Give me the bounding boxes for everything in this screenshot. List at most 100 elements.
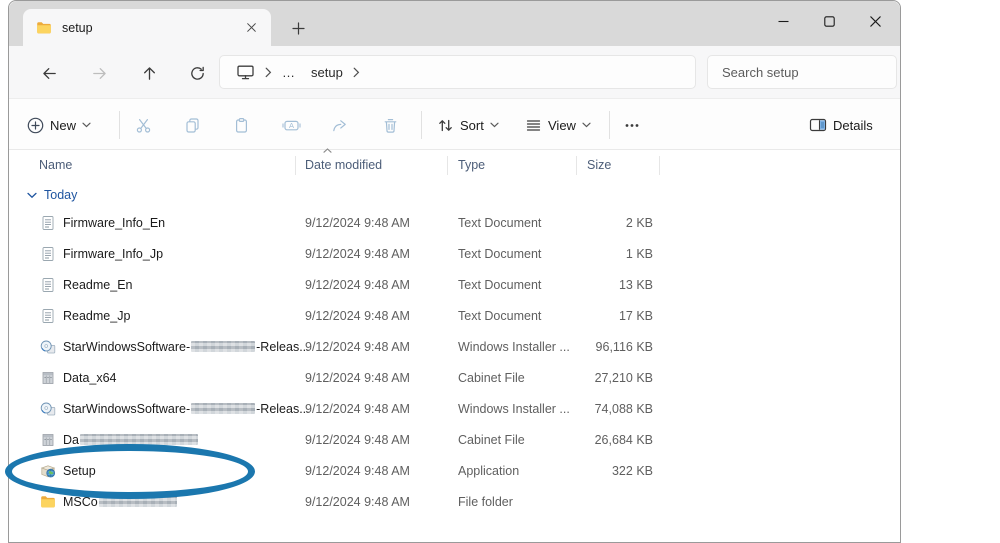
file-row[interactable]: Firmware_Info_Jp9/12/2024 9:48 AMText Do… xyxy=(9,239,900,270)
tab-title: setup xyxy=(62,21,239,35)
details-toggle[interactable]: Details xyxy=(809,109,879,141)
file-name: Firmware_Info_En xyxy=(63,216,165,230)
file-name: Readme_En xyxy=(63,278,133,292)
cut-button[interactable] xyxy=(135,109,152,141)
file-type: File folder xyxy=(458,495,513,509)
close-button[interactable] xyxy=(852,1,898,41)
file-name: Da xyxy=(63,433,199,447)
plus-circle-icon xyxy=(27,117,44,134)
chevron-down-icon xyxy=(582,122,591,128)
chevron-down-icon[interactable] xyxy=(27,192,37,199)
new-button[interactable]: New xyxy=(27,109,91,141)
navigation-bar: … setup xyxy=(9,46,900,98)
explorer-tab-setup[interactable]: setup xyxy=(23,9,271,46)
file-row[interactable]: StarWindowsSoftware--Releas...9/12/2024 … xyxy=(9,332,900,363)
file-row[interactable]: Firmware_Info_En9/12/2024 9:48 AMText Do… xyxy=(9,208,900,239)
column-header-type[interactable]: Type xyxy=(458,150,485,180)
text-document-icon xyxy=(40,246,56,262)
text-document-icon xyxy=(40,308,56,324)
more-icon xyxy=(623,117,641,134)
file-date-modified: 9/12/2024 9:48 AM xyxy=(305,278,410,292)
breadcrumb-setup[interactable]: setup xyxy=(307,65,347,80)
file-size: 1 KB xyxy=(529,247,653,261)
rename-button[interactable]: A xyxy=(282,109,301,141)
file-date-modified: 9/12/2024 9:48 AM xyxy=(305,247,410,261)
file-row[interactable]: Readme_En9/12/2024 9:48 AMText Document1… xyxy=(9,270,900,301)
up-button[interactable] xyxy=(135,59,163,87)
share-button[interactable] xyxy=(331,109,348,141)
file-size: 96,116 KB xyxy=(529,340,653,354)
file-size: 17 KB xyxy=(529,309,653,323)
new-tab-button[interactable] xyxy=(285,15,311,41)
chevron-right-icon xyxy=(353,67,360,78)
file-size: 2 KB xyxy=(529,216,653,230)
breadcrumb-ellipsis[interactable]: … xyxy=(278,65,299,80)
group-row-today[interactable]: Today xyxy=(9,182,77,208)
file-name: Setup xyxy=(63,464,96,478)
search-box[interactable] xyxy=(707,55,897,89)
file-date-modified: 9/12/2024 9:48 AM xyxy=(305,464,410,478)
file-name: StarWindowsSoftware--Releas... xyxy=(63,340,310,354)
column-separator[interactable] xyxy=(295,156,296,175)
file-date-modified: 9/12/2024 9:48 AM xyxy=(305,216,410,230)
forward-button[interactable] xyxy=(85,59,113,87)
column-separator[interactable] xyxy=(576,156,577,175)
column-header-date-modified[interactable]: Date modified xyxy=(305,150,382,180)
minimize-button[interactable] xyxy=(760,1,806,41)
back-button[interactable] xyxy=(35,59,63,87)
refresh-button[interactable] xyxy=(183,59,211,87)
file-explorer-window: setup … setup New xyxy=(8,0,901,543)
sort-button[interactable]: Sort xyxy=(437,109,499,141)
text-document-icon xyxy=(40,215,56,231)
setup-application-icon xyxy=(40,463,56,479)
svg-text:A: A xyxy=(289,121,294,130)
column-separator[interactable] xyxy=(447,156,448,175)
file-row[interactable]: Da9/12/2024 9:48 AMCabinet File26,684 KB xyxy=(9,425,900,456)
redacted-text xyxy=(99,496,177,507)
command-bar: New A Sort View Details xyxy=(9,98,900,150)
new-label: New xyxy=(50,118,76,133)
list-header: Name Date modified Type Size xyxy=(9,150,900,180)
sort-label: Sort xyxy=(460,118,484,133)
cabinet-file-icon xyxy=(40,370,56,386)
details-label: Details xyxy=(833,118,873,133)
toolbar-divider xyxy=(119,111,120,139)
file-type: Application xyxy=(458,464,519,478)
view-icon xyxy=(525,117,542,134)
maximize-button[interactable] xyxy=(806,1,852,41)
folder-icon xyxy=(40,494,56,510)
share-icon xyxy=(331,117,348,134)
file-row[interactable]: Readme_Jp9/12/2024 9:48 AMText Document1… xyxy=(9,301,900,332)
details-panel-icon xyxy=(809,117,827,133)
windows-installer-icon xyxy=(40,401,56,417)
see-more-button[interactable] xyxy=(623,109,641,141)
delete-button[interactable] xyxy=(382,109,399,141)
this-pc-icon[interactable] xyxy=(232,64,259,80)
search-input[interactable] xyxy=(722,65,882,80)
column-header-size[interactable]: Size xyxy=(587,150,611,180)
address-bar[interactable]: … setup xyxy=(219,55,696,89)
file-row[interactable]: MSCo9/12/2024 9:48 AMFile folder xyxy=(9,487,900,518)
paste-button[interactable] xyxy=(233,109,250,141)
file-row[interactable]: StarWindowsSoftware--Releas...9/12/2024 … xyxy=(9,394,900,425)
column-separator[interactable] xyxy=(659,156,660,175)
sort-icon xyxy=(437,117,454,134)
file-size: 26,684 KB xyxy=(529,433,653,447)
file-date-modified: 9/12/2024 9:48 AM xyxy=(305,340,410,354)
cabinet-file-icon xyxy=(40,432,56,448)
delete-icon xyxy=(382,117,399,134)
view-button[interactable]: View xyxy=(525,109,591,141)
redacted-text xyxy=(80,434,198,445)
tab-close-icon[interactable] xyxy=(239,16,263,40)
file-size: 74,088 KB xyxy=(529,402,653,416)
rename-icon: A xyxy=(282,117,301,134)
file-row[interactable]: Setup 9/12/2024 9:48 AM Application 322 KB xyxy=(9,456,900,487)
toolbar-divider xyxy=(421,111,422,139)
copy-button[interactable] xyxy=(184,109,201,141)
file-type: Cabinet File xyxy=(458,433,525,447)
file-size: 322 KB xyxy=(529,464,653,478)
file-type: Cabinet File xyxy=(458,371,525,385)
chevron-right-icon xyxy=(265,67,272,78)
file-row[interactable]: Data_x649/12/2024 9:48 AMCabinet File27,… xyxy=(9,363,900,394)
column-header-name[interactable]: Name xyxy=(39,150,72,180)
